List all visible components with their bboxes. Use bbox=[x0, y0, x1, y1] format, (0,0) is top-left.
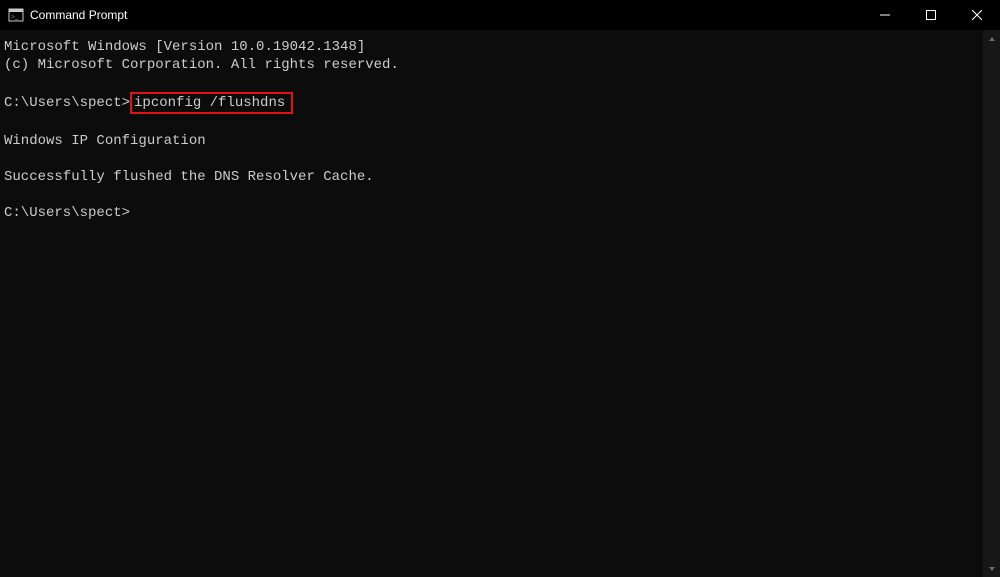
flush-result: Successfully flushed the DNS Resolver Ca… bbox=[4, 169, 374, 185]
version-line: Microsoft Windows [Version 10.0.19042.13… bbox=[4, 39, 365, 55]
vertical-scrollbar[interactable] bbox=[983, 30, 1000, 577]
prompt-1: C:\Users\spect> bbox=[4, 95, 130, 111]
command-text: ipconfig /flushdns bbox=[134, 95, 285, 111]
minimize-button[interactable] bbox=[862, 0, 908, 30]
svg-text:>_: >_ bbox=[11, 13, 19, 21]
copyright-line: (c) Microsoft Corporation. All rights re… bbox=[4, 57, 399, 73]
command-highlight: ipconfig /flushdns bbox=[130, 92, 293, 114]
scroll-up-arrow-icon[interactable] bbox=[983, 30, 1000, 47]
close-button[interactable] bbox=[954, 0, 1000, 30]
maximize-button[interactable] bbox=[908, 0, 954, 30]
ipconfig-heading: Windows IP Configuration bbox=[4, 133, 206, 149]
blank-line bbox=[4, 186, 979, 204]
prompt-2: C:\Users\spect> bbox=[4, 205, 130, 221]
window-title: Command Prompt bbox=[30, 8, 127, 22]
blank-line bbox=[4, 74, 979, 92]
blank-line bbox=[4, 114, 979, 132]
console-wrap: Microsoft Windows [Version 10.0.19042.13… bbox=[0, 30, 1000, 577]
scroll-down-arrow-icon[interactable] bbox=[983, 560, 1000, 577]
titlebar-left: >_ Command Prompt bbox=[8, 7, 127, 23]
window-controls bbox=[862, 0, 1000, 30]
console-output[interactable]: Microsoft Windows [Version 10.0.19042.13… bbox=[0, 30, 983, 577]
cmd-app-icon: >_ bbox=[8, 7, 24, 23]
blank-line bbox=[4, 150, 979, 168]
titlebar: >_ Command Prompt bbox=[0, 0, 1000, 30]
